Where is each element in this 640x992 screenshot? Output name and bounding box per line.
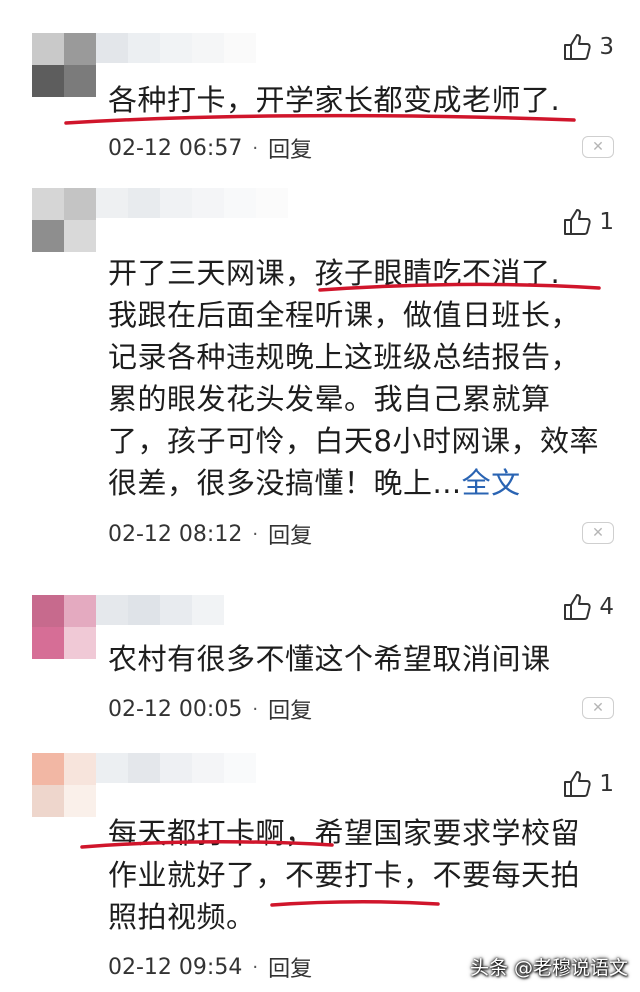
comment-line: 记录各种违规晚上这班级总结报告，: [108, 340, 581, 374]
avatar[interactable]: [32, 33, 96, 97]
like-count: 3: [599, 34, 614, 60]
avatar[interactable]: [32, 595, 96, 659]
comment-line: 每天都打卡啊，希望国家要求学校留: [108, 816, 581, 850]
comment-line: 我跟在后面全程听课，做值日班长，: [108, 298, 581, 332]
timestamp: 02-12 00:05: [108, 696, 243, 722]
comment-text: 开了三天网课，孩子眼睛吃不消了. 我跟在后面全程听课，做值日班长， 记录各种违规…: [108, 252, 618, 504]
dismiss-button[interactable]: ✕: [582, 136, 614, 158]
timestamp: 02-12 06:57: [108, 135, 243, 161]
reply-button[interactable]: 回复: [268, 951, 312, 983]
comment-meta: 02-12 09:54 · 回复: [108, 951, 312, 983]
full-text-link[interactable]: 全文: [462, 466, 521, 500]
comment-text: 每天都打卡啊，希望国家要求学校留 作业就好了，不要打卡，不要每天拍 照拍视频。: [108, 812, 618, 938]
like-button[interactable]: 1: [561, 206, 614, 238]
comment-item: 4 农村有很多不懂这个希望取消间课 02-12 00:05 · 回复 ✕: [0, 565, 640, 735]
dismiss-button[interactable]: ✕: [582, 697, 614, 719]
dismiss-button[interactable]: ✕: [582, 522, 614, 544]
comment-line: 作业就好了，不要打卡，不要每天拍: [108, 858, 581, 892]
comment-line: 了，孩子可怜，白天8小时网课，效率: [108, 424, 599, 458]
like-count: 1: [599, 771, 614, 797]
like-button[interactable]: 3: [561, 31, 614, 63]
thumbs-up-icon: [564, 594, 592, 620]
watermark: 头条 @老穆说语文: [469, 957, 628, 979]
reply-button[interactable]: 回复: [268, 693, 312, 725]
comment-meta: 02-12 06:57 · 回复: [108, 132, 312, 164]
timestamp: 02-12 09:54: [108, 954, 243, 980]
username-blurred[interactable]: [96, 188, 288, 218]
comment-text: 各种打卡，开学家长都变成老师了.: [108, 79, 618, 121]
close-icon: ✕: [592, 525, 604, 541]
comment-line: 各种打卡，开学家长都变成老师了.: [108, 83, 561, 117]
comment-line: 累的眼发花头发晕。我自己累就算: [108, 382, 551, 416]
timestamp: 02-12 08:12: [108, 521, 243, 547]
like-button[interactable]: 4: [561, 591, 614, 623]
username-blurred[interactable]: [96, 33, 256, 63]
avatar[interactable]: [32, 753, 96, 817]
comment-meta: 02-12 00:05 · 回复: [108, 693, 312, 725]
reply-button[interactable]: 回复: [268, 518, 312, 550]
avatar[interactable]: [32, 188, 96, 252]
username-blurred[interactable]: [96, 595, 224, 625]
comment-line: 农村有很多不懂这个希望取消间课: [108, 642, 551, 676]
thumbs-up-icon: [564, 34, 592, 60]
username-blurred[interactable]: [96, 753, 256, 783]
comment-line: 开了三天网课，孩子眼睛吃不消了.: [108, 256, 561, 290]
comment-item: 1 开了三天网课，孩子眼睛吃不消了. 我跟在后面全程听课，做值日班长， 记录各种…: [0, 170, 640, 565]
comment-line-last: 很差，很多没搞懂！晚上...全文: [108, 466, 521, 500]
like-button[interactable]: 1: [561, 768, 614, 800]
like-count: 4: [599, 594, 614, 620]
comment-line: 照拍视频。: [108, 900, 256, 934]
reply-button[interactable]: 回复: [268, 132, 312, 164]
comment-meta: 02-12 08:12 · 回复: [108, 518, 312, 550]
thumbs-up-icon: [564, 209, 592, 235]
comment-text: 农村有很多不懂这个希望取消间课: [108, 638, 618, 680]
close-icon: ✕: [592, 139, 604, 155]
thumbs-up-icon: [564, 771, 592, 797]
close-icon: ✕: [592, 700, 604, 716]
comment-item: 3 各种打卡，开学家长都变成老师了. 02-12 06:57 · 回复 ✕: [0, 0, 640, 170]
like-count: 1: [599, 209, 614, 235]
